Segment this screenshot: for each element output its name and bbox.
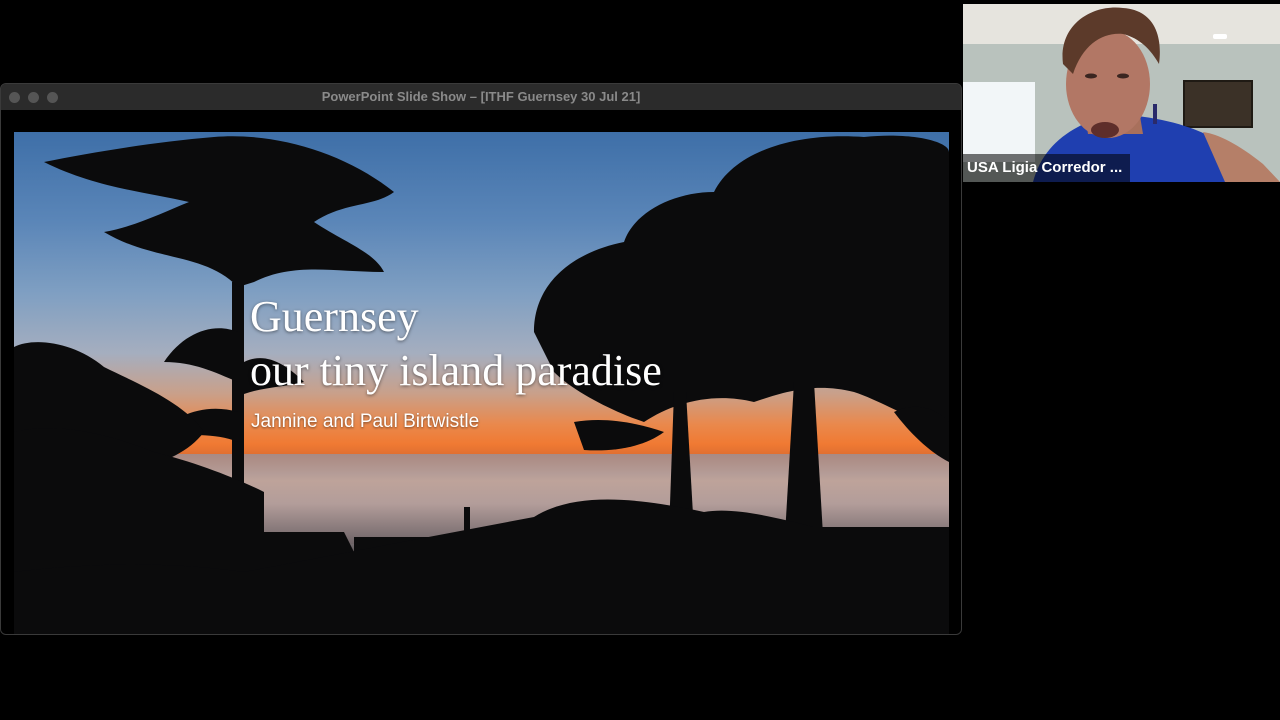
slide-title: Guernsey our tiny island paradise	[250, 290, 662, 398]
window-titlebar[interactable]: PowerPoint Slide Show – [ITHF Guernsey 3…	[1, 84, 961, 111]
slide-subtitle: Jannine and Paul Birtwistle	[251, 411, 480, 432]
window-title: PowerPoint Slide Show – [ITHF Guernsey 3…	[321, 89, 641, 104]
slide[interactable]: Guernsey our tiny island paradise Jannin…	[14, 132, 949, 634]
participant-name-tag: USA Ligia Corredor ...	[963, 154, 1131, 182]
slide-title-line-1: Guernsey	[250, 292, 419, 341]
participant-video-tile[interactable]: USA Ligia Corredor ...	[963, 4, 1280, 182]
slide-title-line-2: our tiny island paradise	[250, 346, 662, 395]
slide-area[interactable]: Guernsey our tiny island paradise Jannin…	[1, 110, 961, 634]
powerpoint-window[interactable]: PowerPoint Slide Show – [ITHF Guernsey 3…	[0, 83, 962, 635]
meeting-stage: PowerPoint Slide Show – [ITHF Guernsey 3…	[0, 0, 1280, 720]
